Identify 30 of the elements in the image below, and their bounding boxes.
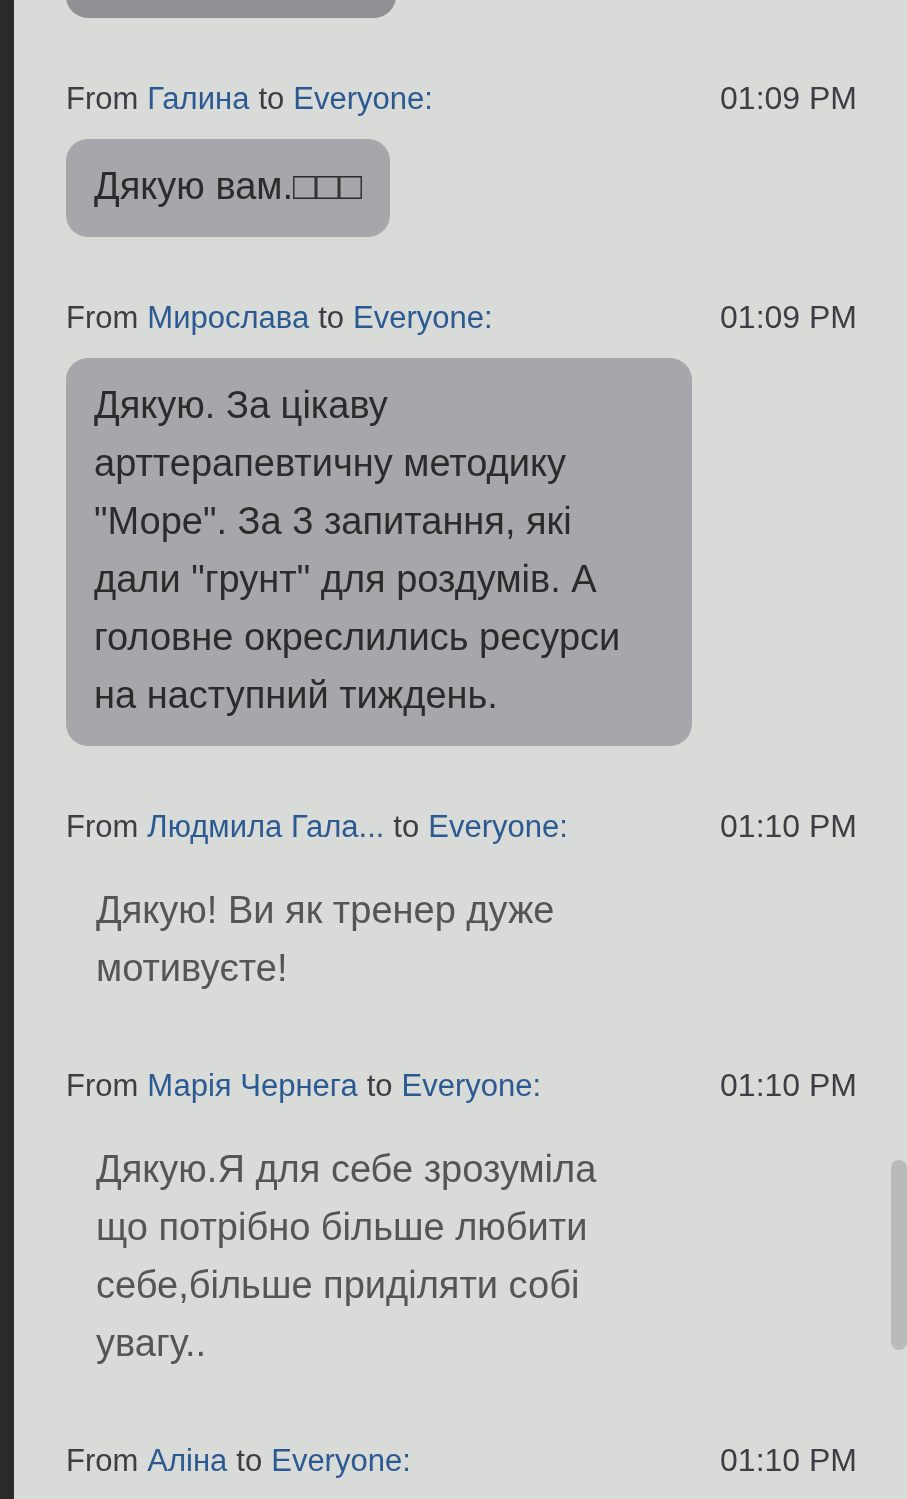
recipient-name: Everyone:	[401, 1068, 542, 1104]
to-label: to	[318, 300, 344, 336]
message-time: 01:09 PM	[720, 299, 857, 336]
message-time: 01:10 PM	[720, 1067, 857, 1104]
sender-name: Марія Чернега	[147, 1068, 358, 1104]
from-label: From	[66, 1068, 139, 1104]
message-time: 01:10 PM	[720, 1442, 857, 1479]
message-bubble: Дякую. За цікаву арттерапевтичну методику "Море". За 3 запитання, які дали "грунт" для роздумів. А головне окреслились ресурси на наступний тиждень.	[66, 358, 692, 746]
from-label: From	[66, 809, 139, 845]
from-label: From	[66, 300, 139, 336]
message-time: 01:09 PM	[720, 80, 857, 117]
to-label: to	[393, 809, 420, 845]
sender-name: Мирослава	[147, 300, 310, 336]
message-text: Дякую.Я для себе зрозуміла що потрібно більше любити себе,більше приділяти собі увагу..	[95, 1147, 598, 1366]
to-label: to	[366, 1068, 393, 1104]
sender-name: Аліна	[147, 1443, 228, 1479]
message-time: 01:10 PM	[720, 808, 857, 845]
to-label: to	[258, 81, 285, 117]
message-text: Дякую! Ви як тренер дуже мотивуєте!	[95, 888, 556, 991]
scrollbar-thumb[interactable]	[891, 1160, 907, 1350]
from-label: From	[66, 1443, 139, 1479]
sender-name: Людмила Гала...	[147, 809, 385, 845]
message-bubble: Дякую вам.□□□	[66, 139, 390, 237]
recipient-name: Everyone:	[353, 300, 493, 336]
sender-name: Галина	[147, 81, 250, 117]
from-label: From	[66, 81, 139, 117]
recipient-name: Everyone:	[428, 809, 568, 845]
recipient-name: Everyone:	[271, 1443, 411, 1479]
recipient-name: Everyone:	[293, 81, 433, 117]
to-label: to	[236, 1443, 263, 1479]
